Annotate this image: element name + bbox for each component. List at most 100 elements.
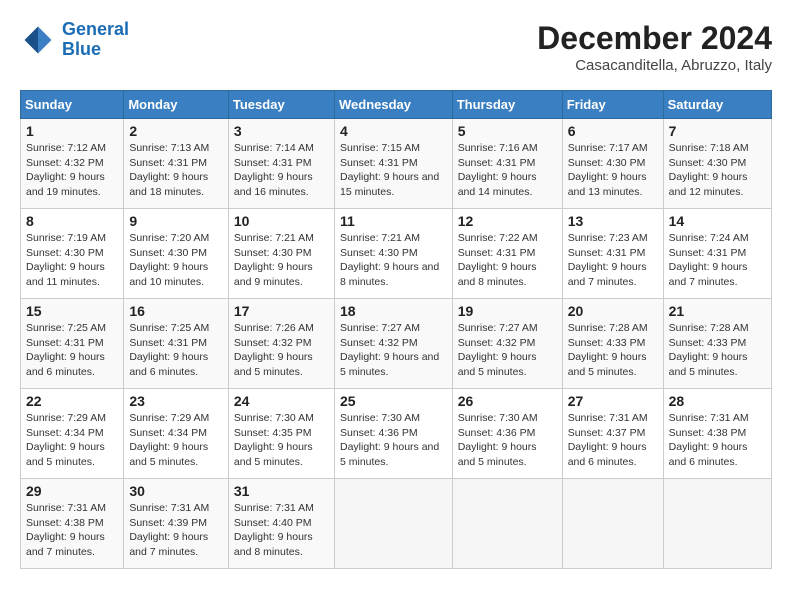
- day-number: 31: [234, 483, 329, 499]
- weekday-header-saturday: Saturday: [663, 91, 771, 119]
- day-number: 12: [458, 213, 557, 229]
- day-info: Sunrise: 7:30 AMSunset: 4:35 PMDaylight:…: [234, 411, 329, 470]
- day-info: Sunrise: 7:31 AMSunset: 4:38 PMDaylight:…: [669, 411, 766, 470]
- calendar-cell: 31 Sunrise: 7:31 AMSunset: 4:40 PMDayligh…: [228, 479, 334, 569]
- day-info: Sunrise: 7:15 AMSunset: 4:31 PMDaylight:…: [340, 141, 447, 200]
- calendar-cell: 17 Sunrise: 7:26 AMSunset: 4:32 PMDayligh…: [228, 299, 334, 389]
- day-info: Sunrise: 7:19 AMSunset: 4:30 PMDaylight:…: [26, 231, 118, 290]
- calendar-cell: 23 Sunrise: 7:29 AMSunset: 4:34 PMDayligh…: [124, 389, 229, 479]
- day-info: Sunrise: 7:14 AMSunset: 4:31 PMDaylight:…: [234, 141, 329, 200]
- calendar-cell: [452, 479, 562, 569]
- day-number: 17: [234, 303, 329, 319]
- logo-line1: General: [62, 19, 129, 39]
- calendar-cell: 14 Sunrise: 7:24 AMSunset: 4:31 PMDayligh…: [663, 209, 771, 299]
- calendar-cell: 16Sunrise: 7:25 AMSunset: 4:31 PMDayligh…: [124, 299, 229, 389]
- calendar-cell: 20Sunrise: 7:28 AMSunset: 4:33 PMDayligh…: [562, 299, 663, 389]
- calendar-cell: [562, 479, 663, 569]
- weekday-header-row: SundayMondayTuesdayWednesdayThursdayFrid…: [21, 91, 772, 119]
- calendar-cell: 25 Sunrise: 7:30 AMSunset: 4:36 PMDayligh…: [334, 389, 452, 479]
- day-number: 7: [669, 123, 766, 139]
- weekday-header-sunday: Sunday: [21, 91, 124, 119]
- day-info: Sunrise: 7:21 AMSunset: 4:30 PMDaylight:…: [340, 231, 447, 290]
- calendar-cell: [334, 479, 452, 569]
- calendar-cell: 12Sunrise: 7:22 AMSunset: 4:31 PMDayligh…: [452, 209, 562, 299]
- day-number: 21: [669, 303, 766, 319]
- day-number: 23: [129, 393, 223, 409]
- title-block: December 2024 Casacanditella, Abruzzo, I…: [537, 20, 772, 74]
- calendar-cell: 1 Sunrise: 7:12 AMSunset: 4:32 PMDaylight…: [21, 119, 124, 209]
- weekday-header-tuesday: Tuesday: [228, 91, 334, 119]
- calendar-week-1: 1 Sunrise: 7:12 AMSunset: 4:32 PMDaylight…: [21, 119, 772, 209]
- day-number: 19: [458, 303, 557, 319]
- day-number: 11: [340, 213, 447, 229]
- location: Casacanditella, Abruzzo, Italy: [537, 57, 772, 74]
- calendar-week-3: 15 Sunrise: 7:25 AMSunset: 4:31 PMDayligh…: [21, 299, 772, 389]
- day-info: Sunrise: 7:12 AMSunset: 4:32 PMDaylight:…: [26, 141, 118, 200]
- day-number: 15: [26, 303, 118, 319]
- calendar-cell: 11 Sunrise: 7:21 AMSunset: 4:30 PMDayligh…: [334, 209, 452, 299]
- day-info: Sunrise: 7:31 AMSunset: 4:40 PMDaylight:…: [234, 501, 329, 560]
- weekday-header-friday: Friday: [562, 91, 663, 119]
- calendar-table: SundayMondayTuesdayWednesdayThursdayFrid…: [20, 90, 772, 569]
- day-info: Sunrise: 7:29 AMSunset: 4:34 PMDaylight:…: [129, 411, 223, 470]
- calendar-cell: 18Sunrise: 7:27 AMSunset: 4:32 PMDayligh…: [334, 299, 452, 389]
- logo-icon: [20, 22, 56, 58]
- calendar-week-5: 29 Sunrise: 7:31 AMSunset: 4:38 PMDayligh…: [21, 479, 772, 569]
- day-number: 18: [340, 303, 447, 319]
- day-number: 28: [669, 393, 766, 409]
- day-number: 25: [340, 393, 447, 409]
- calendar-cell: 29 Sunrise: 7:31 AMSunset: 4:38 PMDayligh…: [21, 479, 124, 569]
- logo: General Blue: [20, 20, 129, 60]
- day-info: Sunrise: 7:28 AMSunset: 4:33 PMDaylight:…: [669, 321, 766, 380]
- day-info: Sunrise: 7:18 AMSunset: 4:30 PMDaylight:…: [669, 141, 766, 200]
- day-info: Sunrise: 7:26 AMSunset: 4:32 PMDaylight:…: [234, 321, 329, 380]
- day-number: 10: [234, 213, 329, 229]
- calendar-cell: 6 Sunrise: 7:17 AMSunset: 4:30 PMDaylight…: [562, 119, 663, 209]
- day-number: 29: [26, 483, 118, 499]
- calendar-cell: 5 Sunrise: 7:16 AMSunset: 4:31 PMDaylight…: [452, 119, 562, 209]
- calendar-cell: 21 Sunrise: 7:28 AMSunset: 4:33 PMDayligh…: [663, 299, 771, 389]
- day-number: 24: [234, 393, 329, 409]
- day-number: 6: [568, 123, 658, 139]
- weekday-header-thursday: Thursday: [452, 91, 562, 119]
- day-info: Sunrise: 7:25 AMSunset: 4:31 PMDaylight:…: [26, 321, 118, 380]
- calendar-cell: 9 Sunrise: 7:20 AMSunset: 4:30 PMDaylight…: [124, 209, 229, 299]
- calendar-cell: 3 Sunrise: 7:14 AMSunset: 4:31 PMDaylight…: [228, 119, 334, 209]
- day-info: Sunrise: 7:29 AMSunset: 4:34 PMDaylight:…: [26, 411, 118, 470]
- calendar-cell: [663, 479, 771, 569]
- calendar-cell: 19 Sunrise: 7:27 AMSunset: 4:32 PMDayligh…: [452, 299, 562, 389]
- day-number: 1: [26, 123, 118, 139]
- calendar-cell: 28 Sunrise: 7:31 AMSunset: 4:38 PMDayligh…: [663, 389, 771, 479]
- day-number: 22: [26, 393, 118, 409]
- day-info: Sunrise: 7:31 AMSunset: 4:37 PMDaylight:…: [568, 411, 658, 470]
- day-info: Sunrise: 7:30 AMSunset: 4:36 PMDaylight:…: [340, 411, 447, 470]
- calendar-week-4: 22 Sunrise: 7:29 AMSunset: 4:34 PMDayligh…: [21, 389, 772, 479]
- calendar-cell: 7 Sunrise: 7:18 AMSunset: 4:30 PMDaylight…: [663, 119, 771, 209]
- calendar-cell: 10 Sunrise: 7:21 AMSunset: 4:30 PMDayligh…: [228, 209, 334, 299]
- day-number: 26: [458, 393, 557, 409]
- month-title: December 2024: [537, 20, 772, 57]
- calendar-cell: 24 Sunrise: 7:30 AMSunset: 4:35 PMDayligh…: [228, 389, 334, 479]
- day-info: Sunrise: 7:17 AMSunset: 4:30 PMDaylight:…: [568, 141, 658, 200]
- day-number: 5: [458, 123, 557, 139]
- weekday-header-monday: Monday: [124, 91, 229, 119]
- day-info: Sunrise: 7:27 AMSunset: 4:32 PMDaylight:…: [458, 321, 557, 380]
- calendar-week-2: 8Sunrise: 7:19 AMSunset: 4:30 PMDaylight…: [21, 209, 772, 299]
- day-number: 20: [568, 303, 658, 319]
- day-number: 14: [669, 213, 766, 229]
- calendar-cell: 15 Sunrise: 7:25 AMSunset: 4:31 PMDayligh…: [21, 299, 124, 389]
- day-info: Sunrise: 7:16 AMSunset: 4:31 PMDaylight:…: [458, 141, 557, 200]
- day-info: Sunrise: 7:30 AMSunset: 4:36 PMDaylight:…: [458, 411, 557, 470]
- day-number: 9: [129, 213, 223, 229]
- day-info: Sunrise: 7:21 AMSunset: 4:30 PMDaylight:…: [234, 231, 329, 290]
- day-info: Sunrise: 7:24 AMSunset: 4:31 PMDaylight:…: [669, 231, 766, 290]
- day-info: Sunrise: 7:20 AMSunset: 4:30 PMDaylight:…: [129, 231, 223, 290]
- day-number: 30: [129, 483, 223, 499]
- logo-line2: Blue: [62, 39, 101, 59]
- day-info: Sunrise: 7:31 AMSunset: 4:38 PMDaylight:…: [26, 501, 118, 560]
- day-number: 13: [568, 213, 658, 229]
- day-info: Sunrise: 7:13 AMSunset: 4:31 PMDaylight:…: [129, 141, 223, 200]
- calendar-cell: 30Sunrise: 7:31 AMSunset: 4:39 PMDayligh…: [124, 479, 229, 569]
- day-number: 3: [234, 123, 329, 139]
- day-number: 4: [340, 123, 447, 139]
